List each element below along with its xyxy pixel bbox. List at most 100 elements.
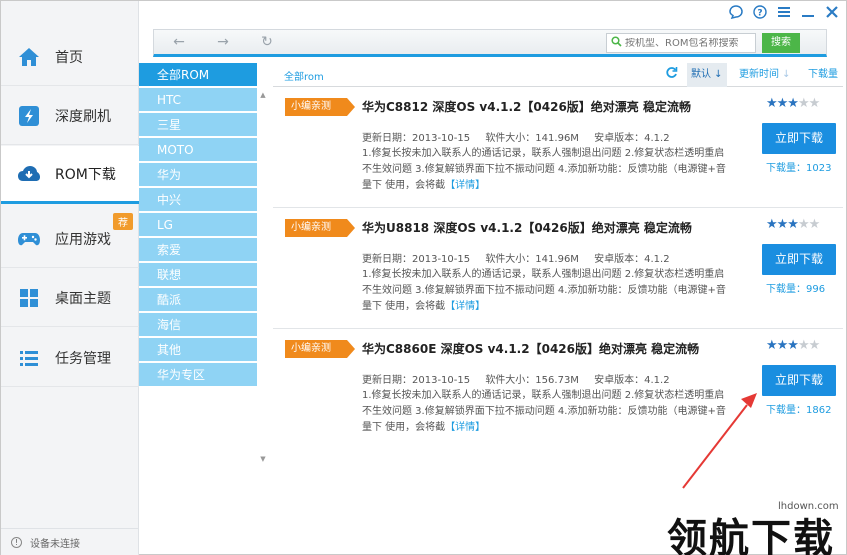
sort-arrow-down-icon: ↓ xyxy=(711,69,723,80)
watermark-logo: 领航下载 xyxy=(667,515,835,555)
file-size: 软件大小：141.96M xyxy=(485,133,579,144)
category-panel: 全部ROM HTC 三星 MOTO 华为 中兴 LG 索爱 联想 酷派 海信 其… xyxy=(139,63,271,463)
rom-list-item: 小编亲测 华为U8818 深度OS v4.1.2【0426版】绝对漂亮 稳定流畅… xyxy=(273,209,843,329)
sidebar-item-apps-games[interactable]: 应用游戏 荐 xyxy=(1,210,139,268)
sidebar-item-flash[interactable]: 深度刷机 xyxy=(1,87,139,145)
device-status-text: 设备未连接 xyxy=(30,539,80,550)
sidebar-item-label: 深度刷机 xyxy=(55,108,111,125)
breadcrumb[interactable]: 全部rom xyxy=(284,68,324,83)
category-huawei-zone[interactable]: 华为专区 xyxy=(139,363,257,387)
minimize-icon[interactable] xyxy=(798,3,818,21)
scroll-down-icon[interactable]: ▼ xyxy=(257,455,269,463)
rom-meta: 更新日期：2013-10-15 软件大小：141.96M 安卓版本：4.1.2 xyxy=(362,129,682,144)
category-other[interactable]: 其他 xyxy=(139,338,257,362)
window-controls: ? xyxy=(726,3,842,21)
android-version: 安卓版本：4.1.2 xyxy=(594,133,670,144)
svg-text:?: ? xyxy=(757,9,762,19)
scroll-up-icon[interactable]: ▲ xyxy=(257,91,269,99)
category-zte[interactable]: 中兴 xyxy=(139,188,257,212)
category-huawei[interactable]: 华为 xyxy=(139,163,257,187)
sidebar-item-label: 桌面主题 xyxy=(55,290,111,307)
help-icon[interactable]: ? xyxy=(750,3,770,21)
forward-button[interactable]: → xyxy=(212,34,234,52)
rating-stars: ★★★★★ xyxy=(766,217,820,232)
close-icon[interactable] xyxy=(822,3,842,21)
rom-meta: 更新日期：2013-10-15 软件大小：141.96M 安卓版本：4.1.2 xyxy=(362,250,682,265)
menu-icon[interactable] xyxy=(774,3,794,21)
rom-description: 1.修复长按未加入联系人的通话记录，联系人强制退出问题 2.修复状态栏透明重启不… xyxy=(362,388,730,436)
download-count: 下载量：1862 xyxy=(766,405,832,416)
update-date: 更新日期：2013-10-15 xyxy=(362,375,471,386)
rom-title[interactable]: 华为U8818 深度OS v4.1.2【0426版】绝对漂亮 稳定流畅 xyxy=(362,219,692,236)
download-now-button[interactable]: 立即下载 xyxy=(762,123,836,154)
search-input[interactable] xyxy=(625,37,751,49)
sidebar-item-label: 首页 xyxy=(55,49,83,66)
back-button[interactable]: ← xyxy=(168,34,190,52)
sidebar: 首页 深度刷机 ROM下载 应用游戏 荐 桌面主题 任务管理 ! 设备未连接 xyxy=(1,1,139,555)
category-scrollbar[interactable]: ▲ ▼ xyxy=(257,91,269,471)
rom-description: 1.修复长按未加入联系人的通话记录，联系人强制退出问题 2.修复状态栏透明重启不… xyxy=(362,267,730,315)
editor-tested-tag: 小编亲测 xyxy=(285,340,355,358)
category-moto[interactable]: MOTO xyxy=(139,138,257,162)
rom-title[interactable]: 华为C8860E 深度OS v4.1.2【0426版】绝对漂亮 稳定流畅 xyxy=(362,340,699,357)
sort-arrow-icon: ↓ xyxy=(779,69,791,80)
download-count: 下载量：1023 xyxy=(766,163,832,174)
android-version: 安卓版本：4.1.2 xyxy=(594,375,670,386)
search-button[interactable]: 搜索 xyxy=(762,33,800,53)
details-link[interactable]: 【详情】 xyxy=(445,301,485,312)
file-size: 软件大小：156.73M xyxy=(485,375,579,386)
list-header: 全部rom 默认 ↓ 更新时间 ↓ 下载量 xyxy=(273,63,843,87)
rom-description-text: 1.修复长按未加入联系人的通话记录，联系人强制退出问题 2.修复状态栏透明重启不… xyxy=(362,390,726,433)
rom-description: 1.修复长按未加入联系人的通话记录，联系人强制退出问题 2.修复状态栏透明重启不… xyxy=(362,146,730,194)
category-hisense[interactable]: 海信 xyxy=(139,313,257,337)
browser-toolbar: ← → ↻ 搜索 xyxy=(153,29,827,57)
star-empty-icon: ★★ xyxy=(797,217,820,232)
rom-description-text: 1.修复长按未加入联系人的通话记录，联系人强制退出问题 2.修复状态栏透明重启不… xyxy=(362,148,726,191)
star-icon: ★★★ xyxy=(766,217,799,232)
download-count: 下载量：996 xyxy=(766,284,826,295)
sidebar-item-home[interactable]: 首页 xyxy=(1,28,139,86)
list-icon xyxy=(17,346,41,370)
category-all-rom[interactable]: 全部ROM xyxy=(139,63,257,87)
rom-list-item: 小编亲测 华为C8812 深度OS v4.1.2【0426版】绝对漂亮 稳定流畅… xyxy=(273,88,843,208)
device-status: ! 设备未连接 xyxy=(1,528,139,555)
sort-default-button[interactable]: 默认 ↓ xyxy=(687,63,727,87)
sort-downloads-button[interactable]: 下载量 xyxy=(804,63,842,87)
category-lenovo[interactable]: 联想 xyxy=(139,263,257,287)
details-link[interactable]: 【详情】 xyxy=(445,422,485,433)
sidebar-item-themes[interactable]: 桌面主题 xyxy=(1,269,139,327)
category-coolpad[interactable]: 酷派 xyxy=(139,288,257,312)
list-refresh-icon[interactable] xyxy=(665,66,678,83)
download-now-button[interactable]: 立即下载 xyxy=(762,244,836,275)
flash-icon xyxy=(17,104,41,128)
sidebar-item-rom-download[interactable]: ROM下载 xyxy=(1,146,139,204)
sort-default-label: 默认 xyxy=(691,69,711,80)
grid-icon xyxy=(17,286,41,310)
star-empty-icon: ★★ xyxy=(797,338,820,353)
info-icon: ! xyxy=(11,537,22,548)
sort-update-time-button[interactable]: 更新时间 ↓ xyxy=(735,63,795,87)
rating-stars: ★★★★★ xyxy=(766,96,820,111)
rom-title[interactable]: 华为C8812 深度OS v4.1.2【0426版】绝对漂亮 稳定流畅 xyxy=(362,98,691,115)
editor-tested-tag: 小编亲测 xyxy=(285,219,355,237)
sidebar-item-label: 应用游戏 xyxy=(55,231,111,248)
gamepad-icon xyxy=(17,227,41,251)
refresh-button[interactable]: ↻ xyxy=(256,34,278,52)
sort-update-label: 更新时间 xyxy=(739,69,779,80)
category-htc[interactable]: HTC xyxy=(139,88,257,112)
details-link[interactable]: 【详情】 xyxy=(445,180,485,191)
download-now-button[interactable]: 立即下载 xyxy=(762,365,836,396)
category-sony-ericsson[interactable]: 索爱 xyxy=(139,238,257,262)
home-icon xyxy=(17,45,41,69)
sidebar-item-tasks[interactable]: 任务管理 xyxy=(1,329,139,387)
rom-description-text: 1.修复长按未加入联系人的通话记录，联系人强制退出问题 2.修复状态栏透明重启不… xyxy=(362,269,726,312)
file-size: 软件大小：141.96M xyxy=(485,254,579,265)
editor-tested-tag: 小编亲测 xyxy=(285,98,355,116)
rating-stars: ★★★★★ xyxy=(766,338,820,353)
category-samsung[interactable]: 三星 xyxy=(139,113,257,137)
feedback-icon[interactable] xyxy=(726,3,746,21)
rom-list-item: 小编亲测 华为C8860E 深度OS v4.1.2【0426版】绝对漂亮 稳定流… xyxy=(273,330,843,450)
category-lg[interactable]: LG xyxy=(139,213,257,237)
sidebar-item-label: ROM下载 xyxy=(55,166,116,183)
star-icon: ★★★ xyxy=(766,96,799,111)
